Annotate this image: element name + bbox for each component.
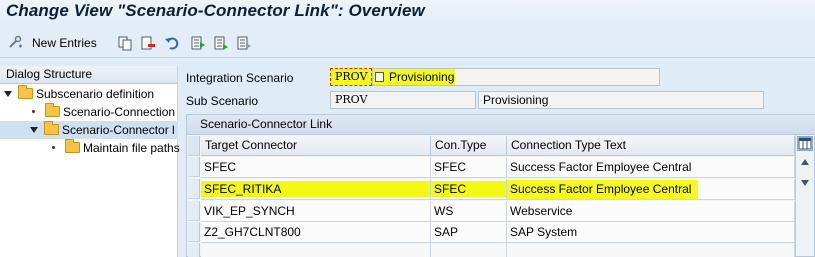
undo-button[interactable] [164,34,180,52]
row-selector[interactable] [188,201,200,221]
tree-item-label: Maintain file paths [83,141,180,155]
deselect-all-button[interactable] [236,34,252,52]
scroll-down-arrow-icon[interactable] [801,180,809,186]
expand-triangle-icon[interactable] [30,127,38,133]
delete-icon [140,35,156,51]
select-block-button[interactable] [213,34,229,52]
table-vertical-scrollbar[interactable] [795,135,814,256]
dialog-structure-header: Dialog Structure [0,66,177,84]
dialog-structure-panel: Dialog Structure Subscenario definition … [0,66,180,257]
column-header-connection-type-text[interactable]: Connection Type Text [507,136,795,156]
row-selector[interactable] [188,243,200,257]
sub-scenario-code-field[interactable]: PROV [330,91,476,109]
tree-item-scenario-connection[interactable]: Scenario-Connection [0,103,178,121]
copy-icon [117,35,133,51]
new-entries-button[interactable]: New Entries [8,34,97,52]
tree-item-subscenario-definition[interactable]: Subscenario definition [4,85,178,103]
bullet-icon [52,146,55,149]
table-cell-connection-type-text: Success Factor Employee Central [507,179,795,200]
sub-scenario-text-field: Provisioning [478,91,764,109]
integration-scenario-text-field: Provisioning [372,68,660,86]
column-header-con-type[interactable]: Con.Type [431,136,507,156]
page-title: Change View "Scenario-Connector Link": O… [6,1,425,20]
highlighted-text: Success Factor Employee Central [507,180,699,199]
table-cell-target-connector[interactable]: SFEC [201,157,431,178]
table-cell-empty[interactable] [431,243,507,257]
tree-item-label: Subscenario definition [36,87,155,101]
table-cell-empty[interactable] [201,243,431,257]
folder-icon [65,139,80,153]
table-cell-empty [507,243,795,257]
select-block-icon [213,35,229,51]
table-cell-connection-type-text: Success Factor Employee Central [507,157,795,178]
tree-item-label: Scenario-Connector l [62,123,175,137]
copy-button[interactable] [117,34,133,52]
row-selector[interactable] [188,222,200,242]
title-bar: Change View "Scenario-Connector Link": O… [0,0,815,28]
column-header-target-connector[interactable]: Target Connector [201,136,431,156]
scenario-connector-table: Scenario-Connector Link Target Connector… [186,114,815,257]
table-settings-button[interactable] [797,136,813,151]
tree-item-maintain-file-paths[interactable]: Maintain file paths [0,139,180,157]
delete-button[interactable] [140,34,156,52]
sub-scenario-label: Sub Scenario [186,94,259,108]
select-all-rows-button[interactable] [188,136,200,156]
row-selector[interactable] [188,179,200,199]
folder-icon [45,103,60,117]
integration-scenario-text: Provisioning [389,70,455,84]
scroll-up-arrow-icon[interactable] [801,159,809,165]
undo-icon [164,35,180,51]
integration-scenario-label: Integration Scenario [186,71,294,85]
table-cell-target-connector[interactable]: SFEC_RITIKA [201,179,431,200]
table-cell-target-connector[interactable]: Z2_GH7CLNT800 [201,222,431,243]
customize-icon [8,35,24,51]
value-help-icon[interactable] [375,72,384,82]
tree-item-label: Scenario-Connection [63,105,176,119]
table-cell-con-type[interactable]: SFEC [431,157,507,178]
row-selector[interactable] [188,157,200,177]
table-cell-con-type[interactable]: WS [431,201,507,222]
table-cell-connection-type-text: Webservice [507,201,795,222]
table-title: Scenario-Connector Link [187,115,815,135]
folder-icon [18,85,33,99]
table-cell-connection-type-text: SAP System [507,222,795,243]
expand-triangle-icon[interactable] [4,91,12,97]
deselect-all-icon [236,35,252,51]
select-all-button[interactable] [190,34,206,52]
folder-icon [44,121,59,135]
table-cell-con-type[interactable]: SAP [431,222,507,243]
table-settings-icon [798,137,812,150]
select-all-icon [190,35,206,51]
integration-scenario-code-field[interactable]: PROV [330,68,372,86]
table-cell-con-type[interactable]: SFEC [431,179,507,200]
tree-item-scenario-connector-link[interactable]: Scenario-Connector l [0,121,178,139]
new-entries-label: New Entries [32,36,97,50]
application-toolbar: New Entries [0,28,815,58]
table-cell-target-connector[interactable]: VIK_EP_SYNCH [201,201,431,222]
bullet-icon [32,110,35,113]
